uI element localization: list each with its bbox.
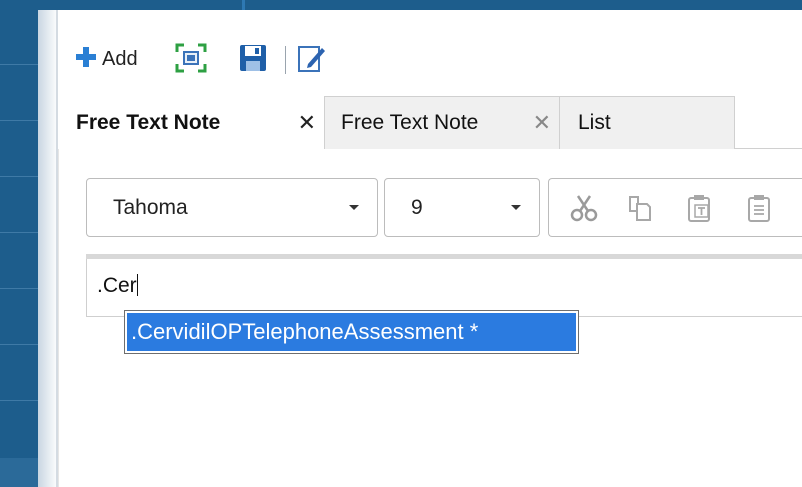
- chevron-down-icon: [511, 205, 521, 210]
- text-caret: [136, 274, 138, 296]
- clipboard-toolbar: [548, 178, 802, 237]
- fit-screen-button[interactable]: [174, 42, 208, 78]
- toolbar-separator: [285, 46, 286, 74]
- tab-free-text-note-2[interactable]: Free Text Note ✕: [324, 96, 560, 149]
- fit-screen-icon: [174, 43, 208, 78]
- font-size-value: 9: [411, 195, 423, 219]
- left-nav-rail-footer: [0, 458, 38, 487]
- tab-content-border: [58, 149, 59, 487]
- add-button[interactable]: Add: [74, 44, 138, 74]
- typed-text: .Cer: [97, 274, 137, 297]
- cut-icon[interactable]: [569, 193, 599, 227]
- left-nav-rail: [0, 0, 38, 487]
- close-icon[interactable]: ✕: [298, 110, 316, 136]
- note-text-editor[interactable]: [86, 259, 802, 317]
- editor-content: .Cer: [97, 274, 138, 298]
- tab-strip-line: [735, 148, 802, 149]
- autocomplete-item[interactable]: .CervidilOPTelephoneAssessment *: [127, 313, 576, 351]
- plus-icon: [74, 45, 98, 73]
- edit-button[interactable]: [296, 42, 328, 78]
- chevron-down-icon: [349, 205, 359, 210]
- font-family-value: Tahoma: [113, 195, 188, 219]
- close-icon[interactable]: ✕: [533, 110, 551, 136]
- font-family-dropdown[interactable]: Tahoma: [86, 178, 378, 237]
- paste-text-icon[interactable]: [685, 193, 715, 227]
- tab-label: List: [578, 111, 611, 134]
- window-top-bar: [38, 0, 802, 10]
- copy-icon[interactable]: [625, 193, 655, 227]
- tab-free-text-note-1[interactable]: Free Text Note ✕: [58, 96, 324, 149]
- top-bar-divider: [242, 0, 245, 10]
- add-button-label: Add: [102, 47, 138, 70]
- autocomplete-item-label: .CervidilOPTelephoneAssessment *: [131, 319, 479, 344]
- edit-note-icon: [296, 46, 328, 78]
- save-button[interactable]: [238, 43, 268, 77]
- tab-label: Free Text Note: [76, 110, 221, 134]
- tab-label: Free Text Note: [341, 111, 479, 134]
- font-size-dropdown[interactable]: 9: [384, 178, 540, 237]
- panel-shadow: [38, 0, 58, 487]
- paste-icon[interactable]: [745, 193, 775, 227]
- tab-list[interactable]: List: [560, 96, 735, 149]
- save-icon: [238, 45, 268, 77]
